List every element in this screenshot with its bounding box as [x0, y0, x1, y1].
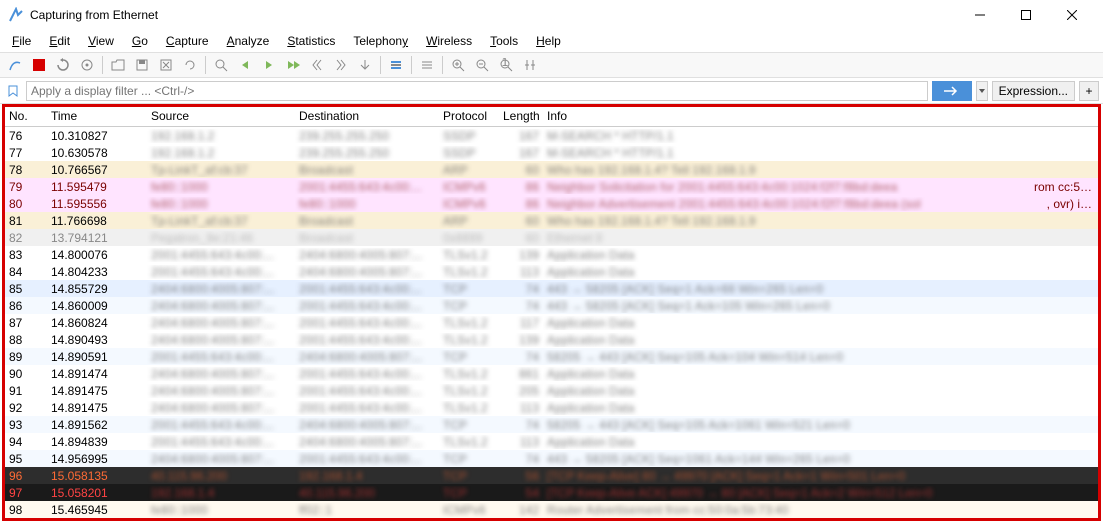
toolbar-separator — [102, 56, 103, 74]
goto-packet-icon[interactable] — [282, 54, 304, 76]
packet-row[interactable]: 8213.794121Pegatron_9e:21:46Broadcast0x8… — [5, 229, 1098, 246]
packet-row[interactable]: 8614.8600092404:6800:4005:807:...2001:44… — [5, 297, 1098, 314]
menu-tools[interactable]: Tools — [482, 32, 526, 50]
packet-row[interactable]: 9514.9569952404:6800:4005:807:...2001:44… — [5, 450, 1098, 467]
packet-row[interactable]: 7610.310827192.168.1.2239.255.255.250SSD… — [5, 127, 1098, 144]
packet-row[interactable]: 9414.8948392001:4455:643:4c00:...2404:68… — [5, 433, 1098, 450]
column-length[interactable]: Length — [499, 107, 543, 126]
zoom-reset-icon[interactable]: 1 — [495, 54, 517, 76]
column-protocol[interactable]: Protocol — [439, 107, 499, 126]
display-filter-input[interactable] — [26, 81, 928, 101]
packet-list-icon[interactable] — [416, 54, 438, 76]
packet-row[interactable]: 7911.595479fe80::10002001:4455:643:4c00:… — [5, 178, 1098, 195]
packet-row[interactable]: 8714.8608242404:6800:4005:807:...2001:44… — [5, 314, 1098, 331]
go-first-icon[interactable] — [306, 54, 328, 76]
toolbar-separator — [380, 56, 381, 74]
packet-row[interactable]: 9615.05813540.115.96.200192.168.1.4TCP56… — [5, 467, 1098, 484]
titlebar: Capturing from Ethernet — [0, 0, 1103, 30]
find-packet-icon[interactable] — [210, 54, 232, 76]
colorize-icon[interactable] — [385, 54, 407, 76]
packet-list[interactable]: 7610.310827192.168.1.2239.255.255.250SSD… — [5, 127, 1098, 518]
restart-capture-icon[interactable] — [52, 54, 74, 76]
toolbar-separator — [411, 56, 412, 74]
zoom-out-icon[interactable] — [471, 54, 493, 76]
column-source[interactable]: Source — [147, 107, 295, 126]
close-button[interactable] — [1049, 0, 1095, 30]
packet-row[interactable]: 9014.8914742404:6800:4005:807:...2001:44… — [5, 365, 1098, 382]
auto-scroll-icon[interactable] — [354, 54, 376, 76]
packet-row[interactable]: 8111.766698Tp-LinkT_af:cb:37BroadcastARP… — [5, 212, 1098, 229]
toolbar-separator — [442, 56, 443, 74]
menu-analyze[interactable]: Analyze — [219, 32, 278, 50]
go-last-icon[interactable] — [330, 54, 352, 76]
reload-file-icon[interactable] — [179, 54, 201, 76]
filter-bar: Expression... + — [0, 78, 1103, 104]
window-title: Capturing from Ethernet — [30, 8, 957, 22]
add-filter-button[interactable]: + — [1079, 81, 1099, 101]
capture-options-icon[interactable] — [76, 54, 98, 76]
go-back-icon[interactable] — [234, 54, 256, 76]
bookmark-filter-icon[interactable] — [4, 82, 22, 100]
expression-button[interactable]: Expression... — [992, 81, 1075, 101]
packet-row[interactable]: 9715.058201192.168.1.440.115.96.200TCP54… — [5, 484, 1098, 501]
packet-row[interactable]: 8011.595556fe80::1000fe80::1000ICMPv686N… — [5, 195, 1098, 212]
packet-row[interactable]: 8814.8904932404:6800:4005:807:...2001:44… — [5, 331, 1098, 348]
menu-capture[interactable]: Capture — [158, 32, 217, 50]
minimize-button[interactable] — [957, 0, 1003, 30]
maximize-button[interactable] — [1003, 0, 1049, 30]
apply-filter-button[interactable] — [932, 81, 972, 101]
packet-row[interactable]: 7810.766567Tp-LinkT_af:cb:37BroadcastARP… — [5, 161, 1098, 178]
start-capture-icon[interactable] — [4, 54, 26, 76]
toolbar-separator — [205, 56, 206, 74]
toolbar: 1 — [0, 52, 1103, 78]
packet-row[interactable]: 9114.8914752404:6800:4005:807:...2001:44… — [5, 382, 1098, 399]
column-no[interactable]: No. — [5, 107, 47, 126]
open-file-icon[interactable] — [107, 54, 129, 76]
packet-row[interactable]: 9815.465945fe80::1000ff02::1ICMPv6142Rou… — [5, 501, 1098, 518]
menubar: File Edit View Go Capture Analyze Statis… — [0, 30, 1103, 52]
menu-edit[interactable]: Edit — [41, 32, 78, 50]
svg-text:1: 1 — [502, 58, 509, 69]
close-file-icon[interactable] — [155, 54, 177, 76]
menu-file[interactable]: File — [4, 32, 39, 50]
app-icon — [8, 7, 24, 23]
save-file-icon[interactable] — [131, 54, 153, 76]
packet-list-header: No. Time Source Destination Protocol Len… — [5, 107, 1098, 127]
menu-help[interactable]: Help — [528, 32, 569, 50]
packet-row[interactable]: 9214.8914752404:6800:4005:807:...2001:44… — [5, 399, 1098, 416]
column-info[interactable]: Info — [543, 107, 1098, 126]
filter-history-dropdown[interactable] — [976, 81, 988, 101]
resize-columns-icon[interactable] — [519, 54, 541, 76]
go-forward-icon[interactable] — [258, 54, 280, 76]
column-destination[interactable]: Destination — [295, 107, 439, 126]
column-time[interactable]: Time — [47, 107, 147, 126]
zoom-in-icon[interactable] — [447, 54, 469, 76]
menu-telephony[interactable]: Telephony — [345, 32, 416, 50]
packet-row[interactable]: 9314.8915622001:4455:643:4c00:...2404:68… — [5, 416, 1098, 433]
menu-go[interactable]: Go — [124, 32, 156, 50]
menu-view[interactable]: View — [80, 32, 122, 50]
menu-wireless[interactable]: Wireless — [418, 32, 480, 50]
packet-list-pane: No. Time Source Destination Protocol Len… — [2, 104, 1101, 521]
packet-row[interactable]: 8514.8557292404:6800:4005:807:...2001:44… — [5, 280, 1098, 297]
packet-row[interactable]: 8314.8000762001:4455:643:4c00:...2404:68… — [5, 246, 1098, 263]
packet-row[interactable]: 8914.8905912001:4455:643:4c00:...2404:68… — [5, 348, 1098, 365]
packet-row[interactable]: 7710.630578192.168.1.2239.255.255.250SSD… — [5, 144, 1098, 161]
menu-statistics[interactable]: Statistics — [279, 32, 343, 50]
packet-row[interactable]: 8414.8042332001:4455:643:4c00:...2404:68… — [5, 263, 1098, 280]
stop-capture-icon[interactable] — [28, 54, 50, 76]
